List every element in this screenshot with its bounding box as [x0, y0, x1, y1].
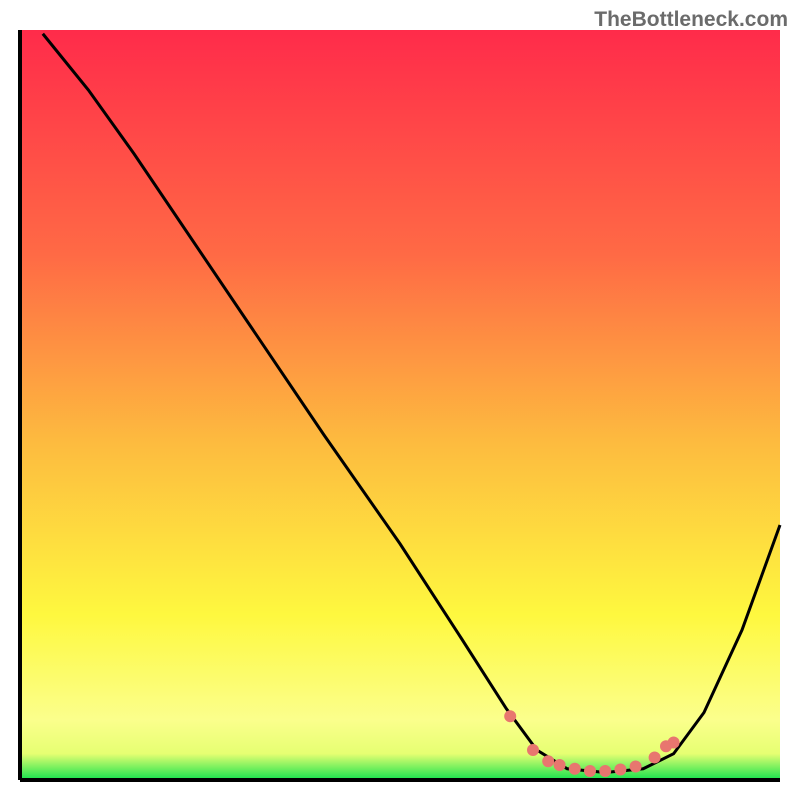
bottleneck-chart: TheBottleneck.com — [0, 0, 800, 800]
marker-dot — [569, 763, 581, 775]
marker-dot — [649, 752, 661, 764]
marker-dot — [554, 759, 566, 771]
marker-dot — [614, 764, 626, 776]
marker-dot — [584, 765, 596, 777]
chart-svg — [0, 0, 800, 800]
marker-dot — [542, 755, 554, 767]
marker-dot — [599, 765, 611, 777]
marker-dot — [527, 744, 539, 756]
gradient-background — [20, 30, 780, 780]
marker-dot — [668, 737, 680, 749]
attribution-text: TheBottleneck.com — [594, 8, 788, 32]
marker-dot — [504, 710, 516, 722]
marker-dot — [630, 761, 642, 773]
